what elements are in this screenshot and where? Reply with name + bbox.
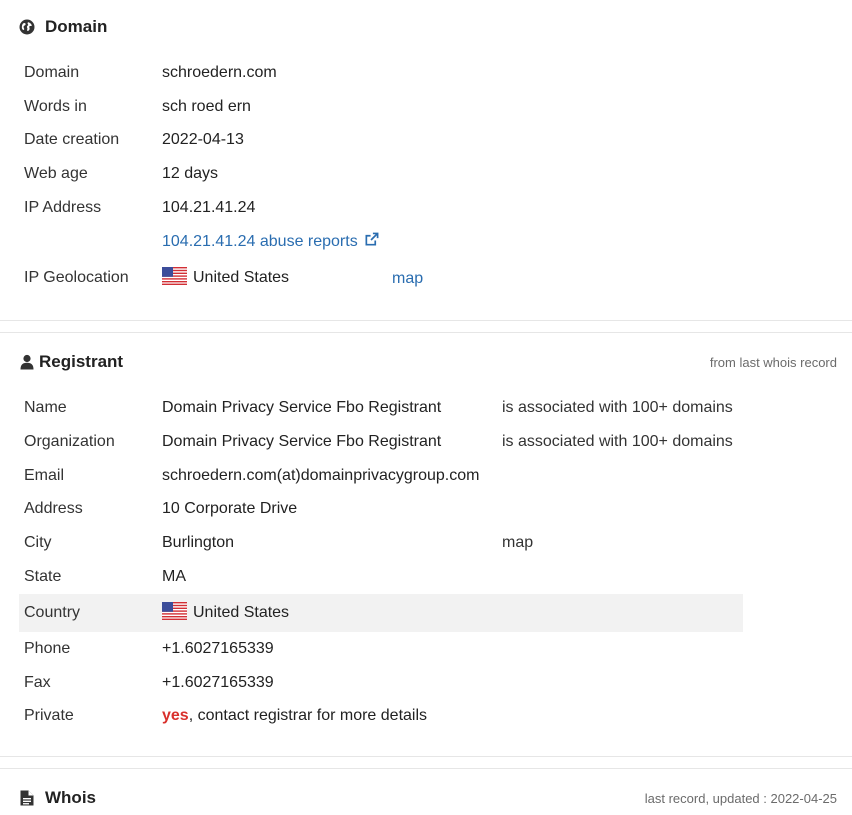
domain-section-header: Domain	[0, 16, 852, 40]
web-age-value: 12 days	[162, 165, 219, 182]
registrant-section-title: Registrant	[39, 352, 124, 371]
registrant-organization-row: Organization Domain Privacy Service Fbo …	[19, 425, 743, 459]
date-creation-row: Date creation 2022-04-13	[19, 123, 743, 157]
registrant-phone-label: Phone	[24, 640, 71, 657]
web-age-row: Web age 12 days	[19, 157, 743, 191]
ip-geolocation-country: United States	[193, 269, 290, 286]
user-icon	[19, 354, 35, 370]
registrant-fax-row: Fax +1.6027165339	[19, 666, 743, 700]
registrant-state-label: State	[24, 568, 62, 585]
private-yes-badge: yes	[162, 707, 189, 724]
registrant-country-value-wrap: United States	[162, 602, 289, 623]
registrant-state-value: MA	[162, 568, 186, 585]
domain-value: schroedern.com	[162, 64, 277, 81]
whois-section-title: Whois	[45, 788, 96, 807]
registrant-private-value: yes, contact registrar for more details	[162, 706, 427, 726]
registrant-organization-association: is associated with 100+ domains	[502, 433, 733, 450]
registrant-phone-row: Phone +1.6027165339	[19, 632, 743, 666]
registrant-address-value: 10 Corporate Drive	[162, 500, 298, 517]
registrant-email-value: schroedern.com(at)domainprivacygroup.com	[162, 467, 480, 484]
abuse-reports-link[interactable]: 104.21.41.24 abuse reports	[162, 233, 358, 250]
abuse-reports-row: 104.21.41.24 abuse reports	[19, 225, 743, 259]
whois-section-note: last record, updated : 2022-04-25	[644, 791, 837, 806]
registrant-organization-link[interactable]: Domain Privacy Service Fbo Registrant	[162, 432, 441, 452]
abuse-reports-wrap: 104.21.41.24 abuse reports	[162, 232, 379, 252]
ip-address-label: IP Address	[24, 199, 102, 216]
registrant-private-label: Private	[24, 707, 74, 724]
web-age-label: Web age	[24, 165, 88, 182]
section-divider	[0, 756, 852, 757]
registrant-name-row: Name Domain Privacy Service Fbo Registra…	[19, 391, 743, 425]
registrant-name-link[interactable]: Domain Privacy Service Fbo Registrant	[162, 398, 441, 418]
us-flag-icon	[162, 602, 187, 620]
date-creation-value: 2022-04-13	[162, 131, 244, 148]
registrant-phone-value: +1.6027165339	[162, 640, 274, 657]
registrant-email-row: Email schroedern.com(at)domainprivacygro…	[19, 459, 743, 493]
words-in-row: Words in sch roed ern	[19, 90, 743, 124]
registrant-organization-label: Organization	[24, 433, 115, 450]
registrant-fax-value: +1.6027165339	[162, 674, 274, 691]
domain-section-title: Domain	[45, 17, 108, 36]
document-icon	[20, 790, 34, 806]
registrant-fax-label: Fax	[24, 674, 51, 691]
ip-geolocation-map-link[interactable]: map	[392, 269, 423, 289]
registrant-city-label: City	[24, 534, 52, 551]
ip-geolocation-row: IP Geolocation United States map	[19, 261, 743, 295]
external-link-icon[interactable]	[364, 232, 379, 247]
words-in-label: Words in	[24, 98, 87, 115]
registrant-city-value: Burlington	[162, 534, 235, 551]
registrant-name-label: Name	[24, 399, 67, 416]
private-details-text: , contact registrar for more details	[188, 707, 428, 724]
section-divider	[0, 768, 852, 769]
ip-address-link[interactable]: 104.21.41.24	[162, 198, 255, 218]
registrant-name-association: is associated with 100+ domains	[502, 399, 733, 416]
registrant-city-map-link[interactable]: map	[502, 533, 533, 553]
whois-section-header: Whois last record, updated : 2022-04-25	[0, 787, 852, 811]
registrant-email-label: Email	[24, 467, 65, 484]
registrant-city-row: City Burlington map	[19, 526, 743, 560]
registrant-address-row: Address 10 Corporate Drive	[19, 492, 743, 526]
ip-geolocation-value-wrap: United States	[162, 267, 289, 288]
registrant-country-name: United States	[193, 604, 290, 621]
registrant-private-row: Private yes, contact registrar for more …	[19, 699, 743, 733]
section-divider	[0, 320, 852, 321]
registrant-section-header: Registrant from last whois record	[0, 351, 852, 375]
us-flag-icon	[162, 267, 187, 285]
section-divider	[0, 332, 852, 333]
words-in-value: sch roed ern	[162, 98, 251, 115]
domain-row: Domain schroedern.com	[19, 56, 743, 90]
registrant-country-label: Country	[24, 604, 81, 621]
ip-geolocation-label: IP Geolocation	[24, 269, 129, 286]
date-creation-label: Date creation	[24, 131, 120, 148]
domain-label: Domain	[24, 64, 80, 81]
registrant-section-note: from last whois record	[709, 355, 837, 370]
ip-address-row: IP Address 104.21.41.24	[19, 191, 743, 225]
registrant-address-label: Address	[24, 500, 83, 517]
registrant-state-row: State MA	[19, 560, 743, 594]
registrant-country-row: Country United States	[19, 594, 743, 632]
globe-icon	[19, 19, 35, 35]
